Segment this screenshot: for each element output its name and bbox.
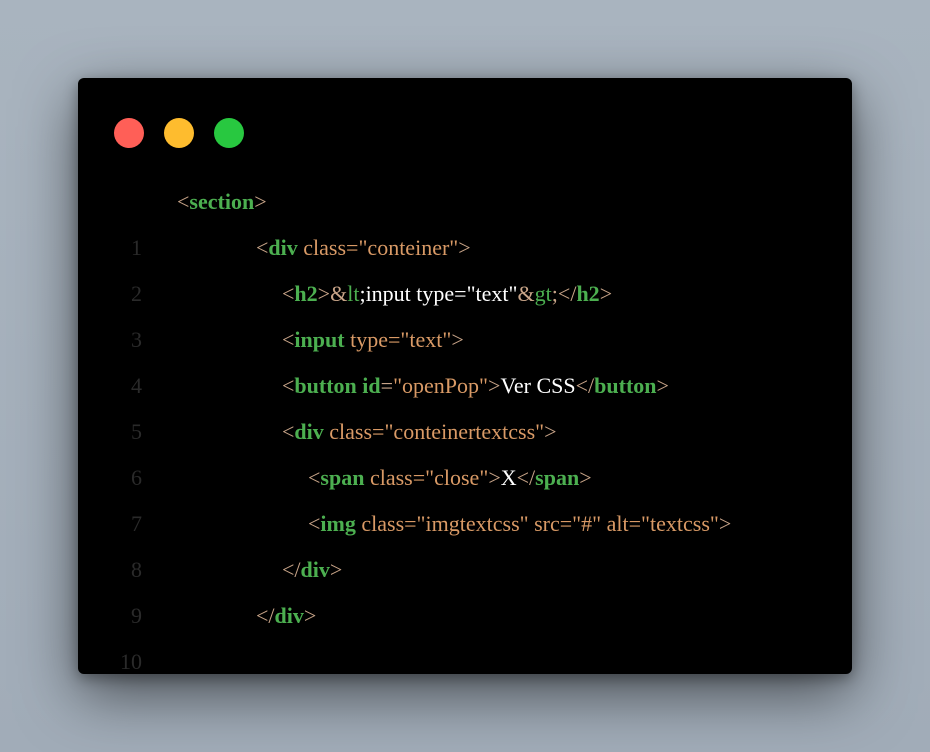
token-attr: class= (297, 235, 359, 260)
line-number: 10 (120, 649, 142, 674)
token-tag: button (294, 373, 357, 398)
token-punct: < (282, 419, 295, 444)
token-punct: > (303, 603, 317, 628)
token-string: "#" (572, 511, 602, 536)
token-punct: = (380, 373, 394, 398)
code-content: <span class="close">X</span> (308, 455, 592, 501)
token-punct: < (308, 511, 321, 536)
token-attr: type= (344, 327, 401, 352)
close-dot-icon[interactable] (114, 118, 144, 148)
token-punct: > (544, 419, 557, 444)
code-line: 9 </div> (78, 547, 852, 628)
code-content: <div class="conteiner"> (256, 225, 471, 271)
token-punct: </ (282, 557, 301, 582)
token-tag: button (594, 373, 657, 398)
minimize-dot-icon[interactable] (164, 118, 194, 148)
token-attr: class= (323, 419, 385, 444)
token-tag: div (268, 235, 298, 260)
token-punct: < (282, 373, 295, 398)
code-line: 4 <input type="text"> (78, 317, 852, 398)
token-punct: > (656, 373, 669, 398)
token-punct: > (254, 189, 267, 214)
token-text: Ver CSS (500, 373, 576, 398)
token-string: "text" (400, 327, 452, 352)
code-content: <div class="conteinertextcss"> (282, 409, 557, 455)
code-content: </div> (282, 547, 342, 593)
token-attr: class= (355, 511, 417, 536)
token-punct: > (718, 511, 732, 536)
maximize-dot-icon[interactable] (214, 118, 244, 148)
token-punct: > (317, 281, 331, 306)
token-text: X (500, 465, 517, 490)
token-string: "conteiner" (358, 235, 459, 260)
code-content: <h2>&lt;input type="text"&gt;</h2> (282, 271, 612, 317)
code-line: 5 <button id="openPop">Ver CSS</button> (78, 363, 852, 444)
code-content: <img class="imgtextcss" src="#" alt="tex… (308, 501, 731, 547)
token-punct: </ (516, 465, 536, 490)
token-tag: img (320, 511, 356, 536)
token-tag: span (320, 465, 365, 490)
token-tag: h2 (294, 281, 318, 306)
code-line: 2 <div class="conteiner"> (78, 225, 852, 306)
token-punct: & (330, 281, 348, 306)
token-string: "textcss" (641, 511, 719, 536)
code-line: 10 </div> (78, 593, 852, 674)
token-punct: < (282, 281, 295, 306)
code-content: <input type="text"> (282, 317, 464, 363)
token-punct: < (177, 189, 190, 214)
code-content: </div> (256, 593, 316, 639)
token-punct: < (256, 235, 269, 260)
token-punct: > (329, 557, 343, 582)
token-tag: section (189, 189, 255, 214)
code-block: 1 <section> 2 <div class="conteiner"> 3 … (78, 179, 852, 674)
token-punct: </ (575, 373, 595, 398)
token-attr: src= (528, 511, 573, 536)
code-content: <button id="openPop">Ver CSS</button> (282, 363, 669, 409)
code-line: 7 <span class="close">X</span> (78, 455, 852, 536)
token-entity: lt (347, 281, 360, 306)
token-entity: gt (534, 281, 552, 306)
token-punct: > (599, 281, 613, 306)
token-string: "conteinertextcss" (384, 419, 545, 444)
token-attr-bold: id (362, 373, 381, 398)
token-punct: < (282, 327, 295, 352)
token-punct: </ (256, 603, 275, 628)
token-string: "close" (425, 465, 489, 490)
token-attr: class= (364, 465, 426, 490)
code-line: 8 <img class="imgtextcss" src="#" alt="t… (78, 501, 852, 582)
token-punct: > (488, 465, 501, 490)
token-punct: > (451, 327, 464, 352)
token-string: "openPop" (393, 373, 489, 398)
code-content: <section> (177, 179, 267, 225)
token-punct: > (458, 235, 471, 260)
code-line: 1 <section> (78, 179, 852, 260)
token-tag: div (294, 419, 324, 444)
token-tag: div (300, 557, 330, 582)
window-controls (114, 118, 244, 148)
token-string: "imgtextcss" (416, 511, 529, 536)
token-punct: > (488, 373, 501, 398)
code-window: 1 <section> 2 <div class="conteiner"> 3 … (78, 78, 852, 674)
token-punct: > (579, 465, 592, 490)
token-text: ;input type="text" (359, 281, 518, 306)
token-tag: h2 (576, 281, 600, 306)
token-tag: input (294, 327, 345, 352)
token-attr: alt= (601, 511, 642, 536)
token-tag: span (535, 465, 580, 490)
code-line: 6 <div class="conteinertextcss"> (78, 409, 852, 490)
token-tag: div (274, 603, 304, 628)
token-punct: & (517, 281, 535, 306)
token-punct: < (308, 465, 321, 490)
code-line: 3 <h2>&lt;input type="text"&gt;</h2> (78, 271, 852, 352)
token-punct: </ (557, 281, 577, 306)
